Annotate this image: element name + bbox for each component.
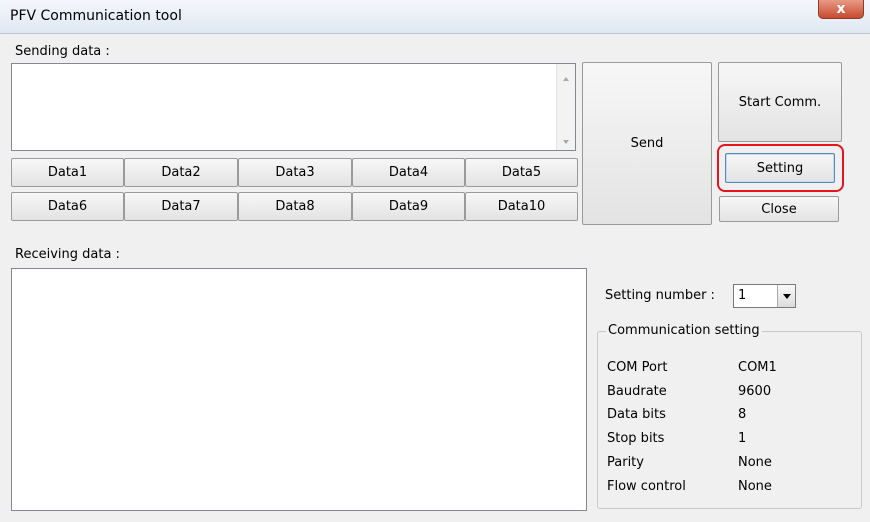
data3-button[interactable]: Data3	[238, 158, 352, 187]
parity-value: None	[738, 455, 772, 470]
data6-button[interactable]: Data6	[11, 192, 124, 221]
data4-button[interactable]: Data4	[352, 158, 465, 187]
flow-control-key: Flow control	[607, 479, 686, 494]
com-port-value: COM1	[738, 360, 777, 375]
receiving-data-textarea[interactable]	[11, 268, 587, 511]
stop-bits-key: Stop bits	[607, 431, 665, 446]
com-port-key: COM Port	[607, 360, 668, 375]
sending-data-textarea[interactable]	[11, 63, 576, 151]
scroll-up-icon[interactable]	[563, 77, 569, 81]
flow-control-value: None	[738, 479, 772, 494]
data-bits-value: 8	[738, 407, 747, 422]
setting-number-select[interactable]: 1	[733, 284, 796, 308]
window-close-button[interactable]: x	[818, 0, 864, 19]
data5-button[interactable]: Data5	[465, 158, 578, 187]
setting-number-value: 1	[738, 288, 747, 303]
baudrate-value: 9600	[738, 384, 772, 399]
setting-highlight-box	[717, 144, 844, 192]
close-button[interactable]: Close	[719, 196, 839, 222]
receiving-data-label: Receiving data :	[15, 247, 120, 262]
baudrate-key: Baudrate	[607, 384, 667, 399]
communication-setting-title: Communication setting	[606, 323, 762, 338]
data9-button[interactable]: Data9	[352, 192, 465, 221]
scroll-down-icon[interactable]	[563, 140, 569, 144]
sending-scrollbar[interactable]	[556, 64, 575, 150]
window-title: PFV Communication tool	[10, 8, 182, 24]
parity-key: Parity	[607, 455, 644, 470]
setting-number-label: Setting number :	[605, 288, 715, 303]
data8-button[interactable]: Data8	[238, 192, 352, 221]
title-bar: PFV Communication tool x	[0, 0, 870, 34]
data-bits-key: Data bits	[607, 407, 666, 422]
start-comm-button[interactable]: Start Comm.	[718, 62, 842, 142]
data1-button[interactable]: Data1	[11, 158, 124, 187]
data2-button[interactable]: Data2	[124, 158, 238, 187]
chevron-down-icon	[783, 294, 791, 299]
send-button[interactable]: Send	[582, 62, 712, 225]
data10-button[interactable]: Data10	[465, 192, 578, 221]
data7-button[interactable]: Data7	[124, 192, 238, 221]
stop-bits-value: 1	[738, 431, 747, 446]
sending-data-label: Sending data :	[15, 44, 110, 59]
dropdown-button[interactable]	[777, 285, 795, 307]
